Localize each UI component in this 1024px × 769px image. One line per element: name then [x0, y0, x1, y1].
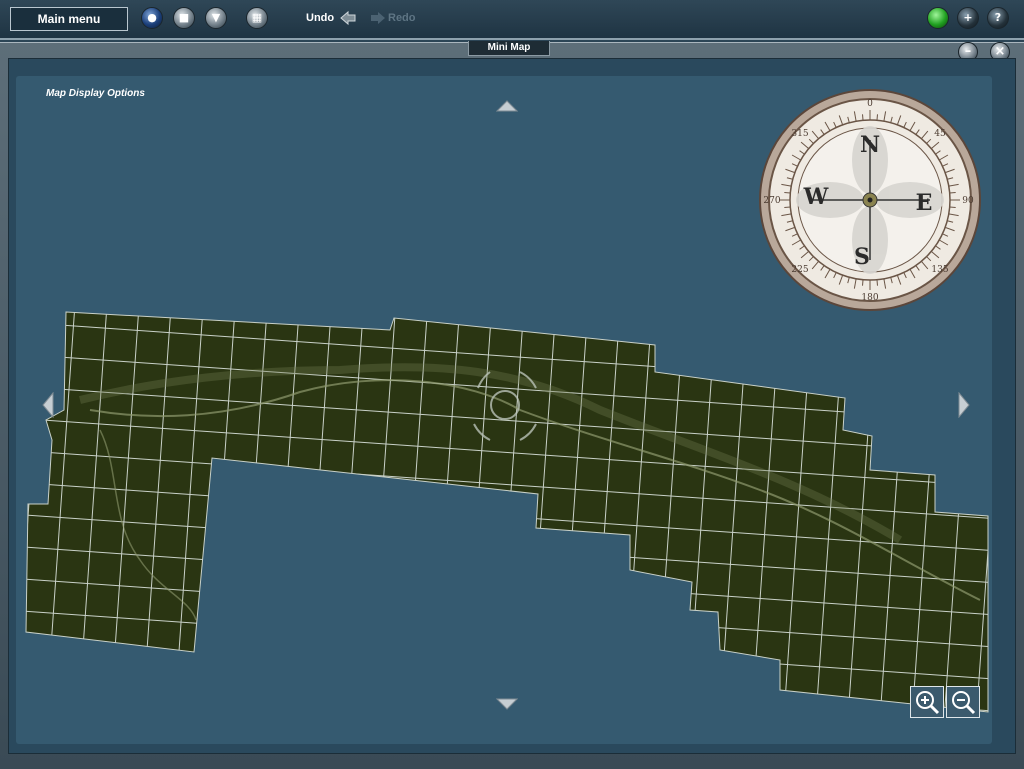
- map-display-options-link[interactable]: Map Display Options: [46, 88, 145, 99]
- redo-button: Redo: [388, 12, 416, 24]
- compass-south: S: [854, 244, 870, 270]
- terrain-tiles: [25, 311, 989, 713]
- compass-tick: [949, 192, 956, 194]
- stop-button[interactable]: ■: [173, 7, 195, 29]
- compass-degree-0: 0: [867, 99, 873, 109]
- compass-tick: [862, 114, 864, 121]
- stop-icon: ■: [178, 11, 190, 24]
- compass-degree-135: 135: [931, 265, 948, 275]
- close-icon: ×: [994, 44, 1006, 59]
- compass-degree-180: 180: [861, 293, 878, 303]
- scroll-left-arrow-icon[interactable]: [42, 392, 54, 418]
- compass-west: W: [803, 184, 829, 210]
- help-button[interactable]: ?: [987, 7, 1009, 29]
- compass-tick: [784, 192, 791, 194]
- compass-tick: [784, 206, 791, 208]
- compass-degree-45: 45: [934, 129, 946, 139]
- zoom-in-button[interactable]: [910, 686, 944, 718]
- compass-east: E: [916, 190, 933, 216]
- undo-arrow-icon[interactable]: [340, 10, 356, 26]
- zoom-in-icon: [916, 691, 940, 715]
- scroll-up-arrow-icon[interactable]: [496, 100, 518, 112]
- compass-tick: [949, 206, 956, 208]
- filter-button[interactable]: ▼: [205, 7, 227, 29]
- scroll-down-arrow-icon[interactable]: [496, 698, 518, 710]
- status-light-button[interactable]: [927, 7, 949, 29]
- compass-tick: [876, 114, 878, 121]
- add-button[interactable]: +: [957, 7, 979, 29]
- compass-degree-270: 270: [763, 196, 780, 206]
- minimize-icon: –: [964, 44, 972, 59]
- scroll-right-arrow-icon[interactable]: [958, 392, 970, 418]
- filter-icon: ▼: [211, 11, 221, 24]
- main-menu-button[interactable]: Main menu: [10, 7, 128, 31]
- compass-north: N: [860, 132, 880, 158]
- compass: N E S W 0 45 90 135 180 225 270 315: [759, 89, 981, 311]
- globe-button[interactable]: ●: [141, 7, 163, 29]
- compass-tick: [862, 279, 864, 286]
- globe-icon: ●: [147, 11, 157, 24]
- compass-degree-315: 315: [791, 129, 808, 139]
- compass-degree-90: 90: [962, 196, 974, 206]
- help-icon: ?: [994, 11, 1002, 24]
- compass-degree-225: 225: [791, 265, 808, 275]
- top-toolbar: Main menu ● ■ ▼ ▦ Undo Redo + ?: [0, 0, 1024, 40]
- undo-button[interactable]: Undo: [306, 12, 334, 24]
- status-light-icon: [928, 8, 948, 28]
- zoom-out-button[interactable]: [946, 686, 980, 718]
- zoom-out-icon: [952, 691, 976, 715]
- redo-arrow-icon: [371, 12, 385, 24]
- add-icon: +: [963, 11, 973, 24]
- grid-icon: ▦: [251, 11, 263, 24]
- grid-button[interactable]: ▦: [246, 7, 268, 29]
- window-title: Mini Map: [468, 41, 550, 56]
- compass-tick: [876, 279, 878, 286]
